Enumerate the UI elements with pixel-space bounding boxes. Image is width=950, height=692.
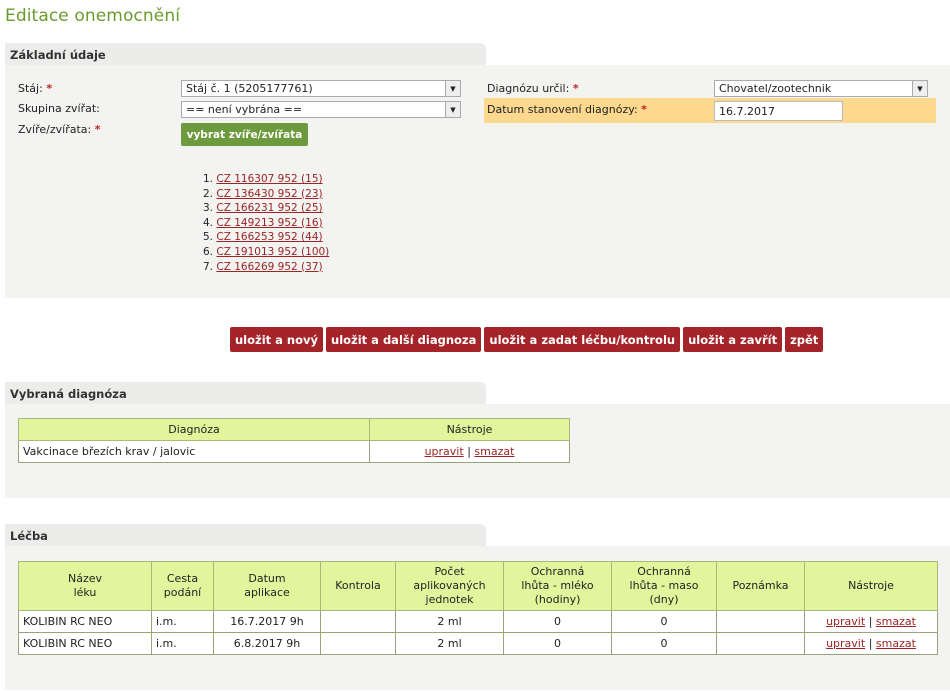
list-item: 6. CZ 191013 952 (100): [203, 245, 330, 258]
column-header-units: Počet aplikovaných jednotek: [395, 561, 504, 611]
route: i.m.: [151, 610, 214, 633]
animal-link[interactable]: CZ 166231 952 (25): [216, 202, 322, 214]
note: [716, 610, 805, 633]
column-header-control: Kontrola: [320, 561, 396, 611]
control: [320, 610, 396, 633]
separator: |: [868, 615, 873, 628]
note: [716, 632, 805, 655]
drug-name: KOLIBIN RC NEO: [18, 632, 152, 655]
animal-link[interactable]: CZ 166253 952 (44): [216, 231, 322, 243]
save-close-button[interactable]: uložit a zavřít: [683, 327, 783, 352]
column-header-name: Název léku: [18, 561, 152, 611]
meat-withdrawal: 0: [611, 610, 717, 633]
application-date: 16.7.2017 9h: [213, 610, 321, 633]
diagnosis-name: Vakcinace březích krav / jalovic: [18, 440, 370, 463]
list-item: 4. CZ 149213 952 (16): [203, 216, 323, 229]
group-select[interactable]: == není vybrána == ▼: [181, 101, 461, 118]
save-new-button[interactable]: uložit a nový: [230, 327, 324, 352]
save-treatment-button[interactable]: uložit a zadat léčbu/kontrolu: [484, 327, 681, 352]
meat-withdrawal: 0: [611, 632, 717, 655]
separator: |: [467, 445, 471, 458]
list-item: 5. CZ 166253 952 (44): [203, 231, 323, 244]
chevron-down-icon: ▼: [445, 81, 460, 96]
milk-withdrawal: 0: [503, 632, 612, 655]
column-header-note: Poznámka: [716, 561, 805, 611]
group-label: Skupina zvířat:: [18, 102, 100, 115]
diagnosis-table: Diagnóza Nástroje Vakcinace březích krav…: [18, 418, 570, 463]
animal-link[interactable]: CZ 191013 952 (100): [216, 246, 329, 258]
animal-link[interactable]: CZ 116307 952 (15): [216, 173, 322, 185]
stable-label: Stáj: *: [18, 82, 53, 95]
table-row: KOLIBIN RC NEO i.m. 16.7.2017 9h 2 ml 0 …: [18, 610, 938, 633]
route: i.m.: [151, 632, 214, 655]
separator: |: [868, 637, 873, 650]
animal-list: 1. CZ 116307 952 (15) 2. CZ 136430 952 (…: [203, 172, 329, 274]
column-header-meat: Ochranná lhůta - maso (dny): [611, 561, 717, 611]
delete-link[interactable]: smazat: [474, 445, 514, 458]
list-item: 7. CZ 166269 952 (37): [203, 260, 323, 273]
delete-link[interactable]: smazat: [876, 637, 916, 650]
section-header-diagnosis: Vybraná diagnóza: [5, 382, 486, 404]
tools-cell: upravit | smazat: [369, 440, 570, 463]
section-header-basic: Základní údaje: [5, 43, 486, 65]
edit-link[interactable]: upravit: [425, 445, 464, 458]
animal-link[interactable]: CZ 136430 952 (23): [216, 188, 322, 200]
column-header-route: Cesta podání: [151, 561, 214, 611]
chevron-down-icon: ▼: [912, 81, 927, 96]
page-title: Editace onemocnění: [5, 6, 181, 26]
column-header-date: Datum aplikace: [213, 561, 321, 611]
edit-link[interactable]: upravit: [826, 615, 865, 628]
drug-name: KOLIBIN RC NEO: [18, 610, 152, 633]
animal-link[interactable]: CZ 149213 952 (16): [216, 217, 322, 229]
diagnosis-date-input[interactable]: 16.7.2017: [714, 101, 843, 121]
diagnosed-by-select[interactable]: Chovatel/zootechnik ▼: [714, 80, 928, 97]
list-item: 2. CZ 136430 952 (23): [203, 187, 323, 200]
tools-cell: upravit | smazat: [804, 610, 938, 633]
edit-link[interactable]: upravit: [826, 637, 865, 650]
table-row: KOLIBIN RC NEO i.m. 6.8.2017 9h 2 ml 0 0…: [18, 632, 938, 655]
diagnosis-date-label: Datum stanovení diagnózy: *: [487, 103, 647, 116]
control: [320, 632, 396, 655]
table-row: Vakcinace březích krav / jalovic upravit…: [18, 440, 570, 463]
select-animals-button[interactable]: vybrat zvíře/zvířata: [181, 123, 308, 146]
section-header-treatment: Léčba: [5, 524, 486, 546]
column-header-milk: Ochranná lhůta - mléko (hodiny): [503, 561, 612, 611]
chevron-down-icon: ▼: [445, 102, 460, 117]
back-button[interactable]: zpět: [785, 327, 824, 352]
list-item: 3. CZ 166231 952 (25): [203, 202, 323, 215]
list-item: 1. CZ 116307 952 (15): [203, 173, 323, 185]
action-bar: uložit a nový uložit a další diagnoza ul…: [230, 327, 824, 352]
animals-label: Zvíře/zvířata: *: [18, 123, 101, 136]
delete-link[interactable]: smazat: [876, 615, 916, 628]
treatment-table: Název léku Cesta podání Datum aplikace Kont…: [18, 561, 938, 655]
column-header: Diagnóza: [18, 418, 370, 441]
units: 2 ml: [395, 610, 504, 633]
column-header-tools: Nástroje: [804, 561, 938, 611]
animal-link[interactable]: CZ 166269 952 (37): [216, 261, 322, 273]
save-next-diagnosis-button[interactable]: uložit a další diagnoza: [326, 327, 482, 352]
tools-cell: upravit | smazat: [804, 632, 938, 655]
milk-withdrawal: 0: [503, 610, 612, 633]
stable-select[interactable]: Stáj č. 1 (5205177761) ▼: [181, 80, 461, 97]
diagnosed-by-label: Diagnózu určil: *: [487, 82, 579, 95]
column-header: Nástroje: [369, 418, 570, 441]
application-date: 6.8.2017 9h: [213, 632, 321, 655]
units: 2 ml: [395, 632, 504, 655]
